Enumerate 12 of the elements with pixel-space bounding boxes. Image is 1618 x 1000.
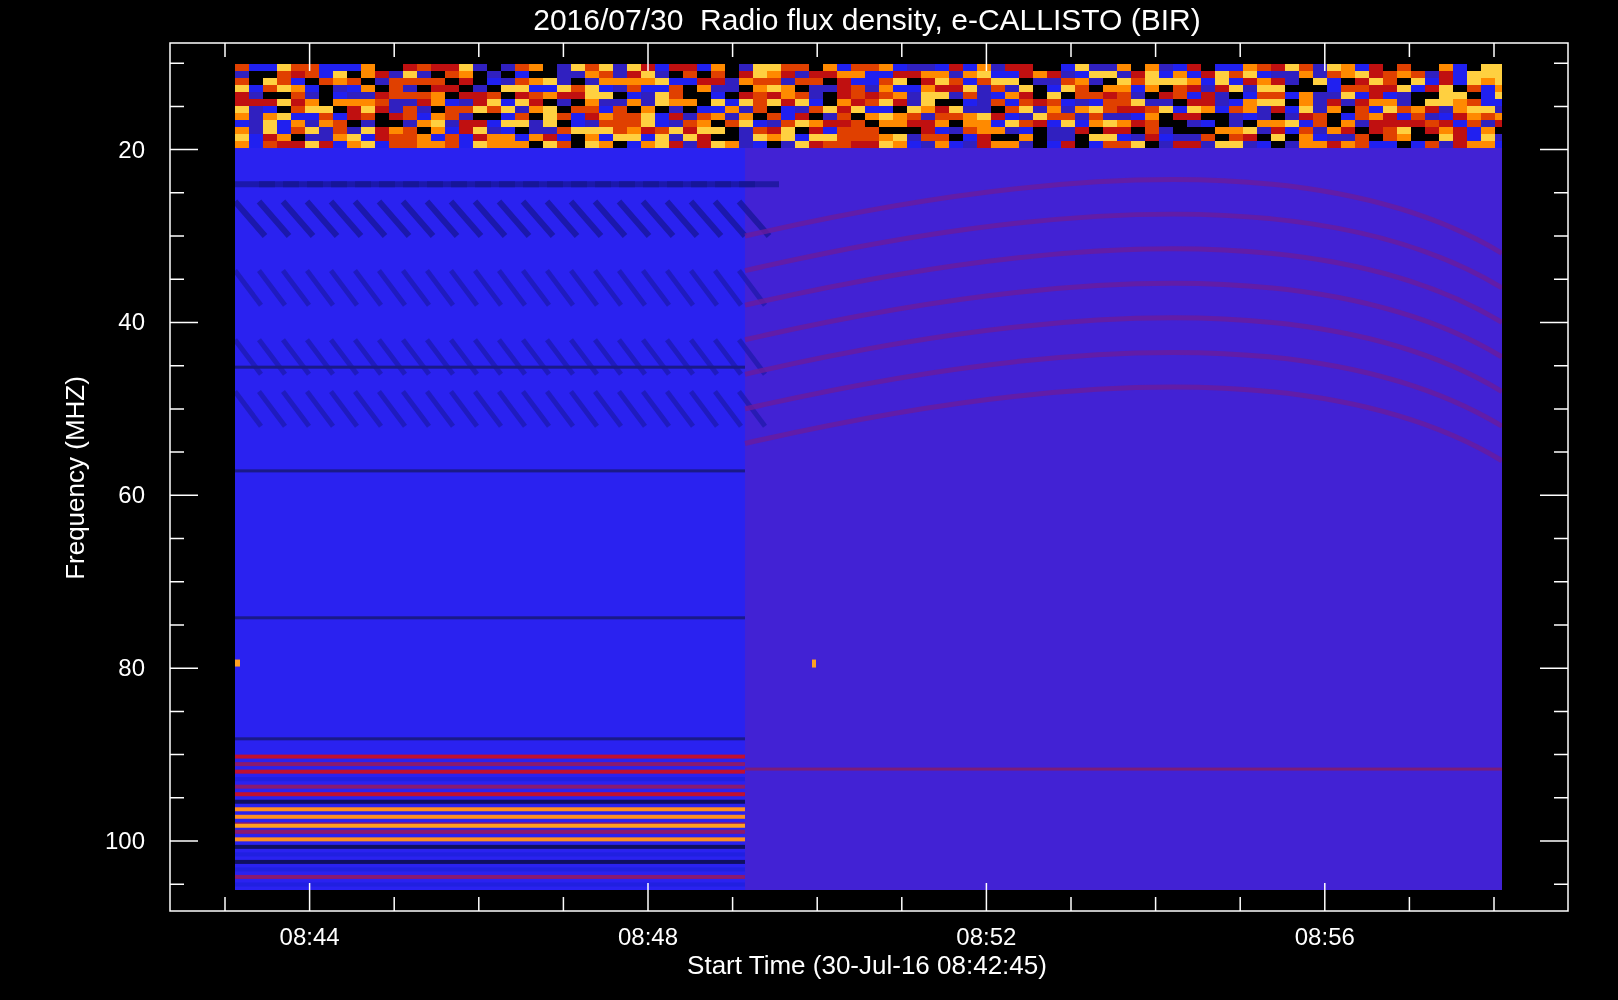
x-tick-label: 08:56 bbox=[1294, 923, 1355, 950]
y-tick-label: 100 bbox=[104, 827, 145, 855]
y-tick-label: 60 bbox=[118, 481, 145, 509]
y-axis-label: Frequency (MHZ) bbox=[60, 376, 90, 580]
x-tick-label: 08:52 bbox=[956, 923, 1017, 950]
chart-title: 2016/07/30 Radio flux density, e-CALLISTO (BIR) bbox=[533, 3, 1201, 36]
x-tick-label: 08:48 bbox=[617, 923, 679, 950]
y-tick-label: 80 bbox=[118, 654, 145, 682]
y-tick-label: 40 bbox=[118, 308, 145, 336]
x-axis-label: Start Time (30-Jul-16 08:42:45) bbox=[687, 950, 1047, 980]
y-tick-label: 20 bbox=[118, 135, 145, 163]
x-tick-label: 08:44 bbox=[279, 923, 340, 950]
